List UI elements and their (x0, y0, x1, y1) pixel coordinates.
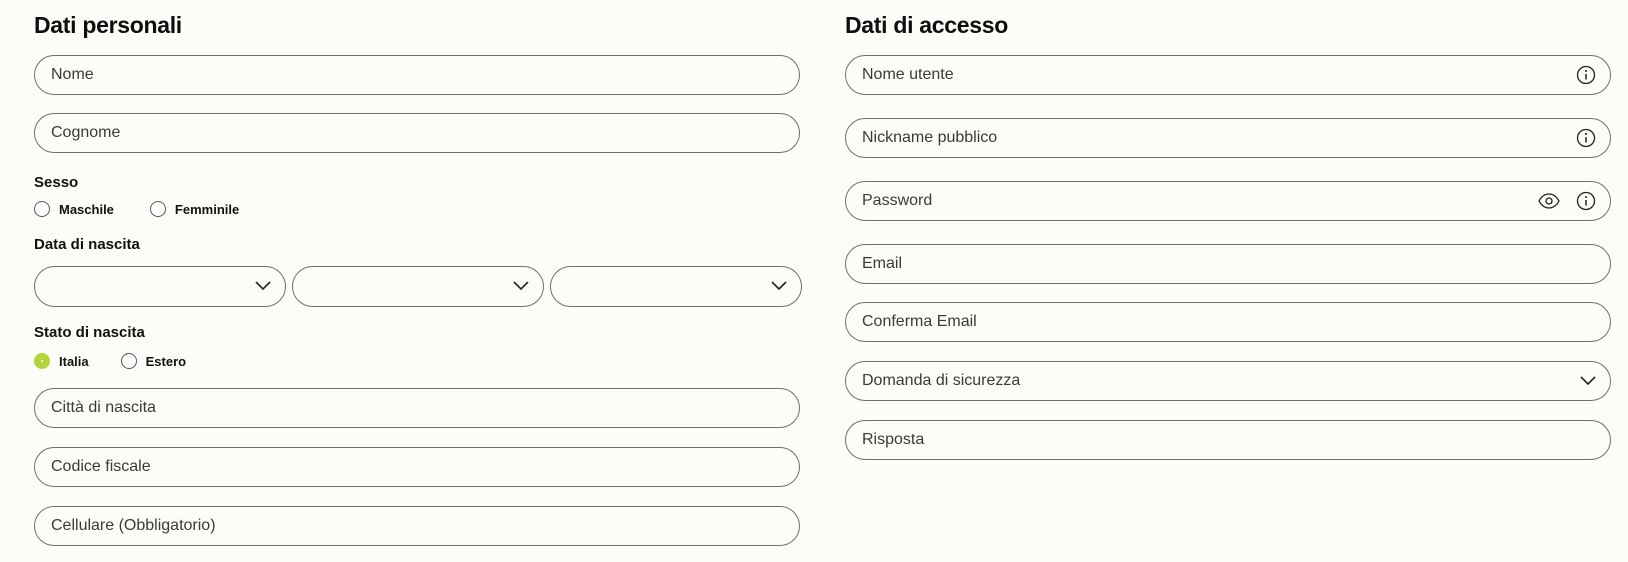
sex-option-female[interactable]: Femminile (149, 201, 240, 217)
password-placeholder: Password (862, 192, 933, 209)
last-name-input[interactable]: Cognome (34, 113, 800, 153)
chevron-down-icon (513, 278, 529, 296)
sex-option-male[interactable]: Maschile (34, 201, 114, 217)
tax-code-placeholder: Codice fiscale (51, 458, 151, 475)
info-icon[interactable] (1576, 65, 1596, 85)
radio-circle[interactable] (149, 201, 166, 217)
sex-label: Sesso (34, 174, 79, 191)
chevron-down-icon (771, 278, 787, 296)
username-placeholder: Nome utente (862, 66, 954, 83)
nickname-placeholder: Nickname pubblico (862, 129, 998, 146)
birth-day-select[interactable] (34, 266, 286, 307)
radio-circle[interactable] (34, 201, 50, 217)
confirm-email-placeholder: Conferma Email (862, 313, 977, 330)
birth-month-select[interactable] (292, 266, 544, 307)
birth-year-select[interactable] (550, 266, 802, 307)
info-icon[interactable] (1576, 191, 1596, 211)
birth-date-selects (34, 266, 802, 308)
last-name-placeholder: Cognome (51, 124, 121, 141)
birth-city-placeholder: Città di nascita (51, 399, 156, 416)
sex-radio-group: Maschile Femminile (34, 201, 261, 217)
birth-country-option-italy-label: Italia (59, 353, 89, 369)
chevron-down-icon (1580, 376, 1596, 386)
confirm-email-input[interactable]: Conferma Email (845, 302, 1611, 342)
birth-date-label: Data di nascita (34, 236, 140, 253)
birth-country-label: Stato di nascita (34, 324, 145, 341)
security-answer-input[interactable]: Risposta (845, 420, 1611, 460)
email-placeholder: Email (862, 255, 903, 272)
birth-country-option-abroad[interactable]: Estero (120, 353, 187, 369)
security-question-placeholder: Domanda di sicurezza (862, 372, 1021, 389)
radio-circle[interactable] (120, 353, 137, 369)
sex-option-female-label: Femminile (174, 201, 240, 217)
password-input[interactable]: Password (845, 181, 1611, 221)
security-answer-placeholder: Risposta (862, 431, 925, 448)
birth-country-option-abroad-label: Estero (145, 353, 187, 369)
chevron-down-icon (255, 278, 271, 296)
mobile-input[interactable]: Cellulare (Obbligatorio) (34, 506, 800, 546)
nickname-input[interactable]: Nickname pubblico (845, 118, 1611, 158)
personal-data-title: Dati personali (34, 12, 182, 38)
access-data-title: Dati di accesso (845, 12, 1008, 38)
username-input[interactable]: Nome utente (845, 55, 1611, 95)
birth-country-radio-group: Italia Estero (34, 353, 208, 369)
radio-circle-checked[interactable] (34, 353, 50, 369)
tax-code-input[interactable]: Codice fiscale (34, 447, 800, 487)
birth-country-option-italy[interactable]: Italia (34, 353, 89, 369)
first-name-placeholder: Nome (51, 66, 94, 83)
sex-option-male-label: Maschile (59, 201, 114, 217)
mobile-placeholder: Cellulare (Obbligatorio) (51, 517, 216, 534)
security-question-select[interactable]: Domanda di sicurezza (845, 361, 1611, 401)
first-name-input[interactable]: Nome (34, 55, 800, 95)
email-input[interactable]: Email (845, 244, 1611, 284)
info-icon[interactable] (1576, 128, 1596, 148)
eye-icon[interactable] (1538, 193, 1560, 209)
birth-city-input[interactable]: Città di nascita (34, 388, 800, 428)
